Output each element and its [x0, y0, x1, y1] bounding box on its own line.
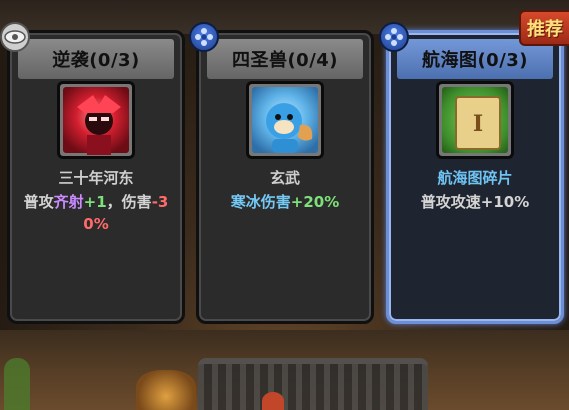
desc-text: ，伤害	[106, 193, 152, 211]
desc-element: 寒冰伤害	[230, 193, 291, 211]
desc-bonus: +1	[83, 193, 107, 211]
snowflake-flower-icon	[379, 22, 409, 52]
hero-portrait	[246, 81, 324, 159]
game-scene: 逆袭(0/3) 三十年河东 普攻齐射+1，伤害-3 0% 四圣兽(0/4) 玄武…	[0, 0, 569, 410]
card-item-name: 玄武	[269, 169, 300, 187]
hero-character	[136, 370, 196, 410]
red-flag-decoration	[262, 392, 284, 410]
skill-card-four-beasts[interactable]: 四圣兽(0/4) 玄武 寒冰伤害+20%	[196, 30, 374, 324]
eye-icon[interactable]	[0, 22, 30, 52]
card-effect-description: 普攻攻速+10%	[395, 191, 555, 213]
card-effect-description: 寒冰伤害+20%	[205, 191, 365, 213]
card-title: 航海图(0/3)	[421, 50, 529, 71]
card-effect-description: 普攻齐射+1，伤害-3 0%	[16, 191, 176, 235]
hero-portrait	[57, 81, 135, 159]
card-header: 逆袭(0/3)	[18, 39, 174, 79]
desc-highlight: 齐射	[53, 193, 84, 211]
recommend-badge: 推荐	[519, 10, 569, 46]
skill-card-counterattack[interactable]: 逆袭(0/3) 三十年河东 普攻齐射+1，伤害-3 0%	[7, 30, 185, 324]
card-title: 四圣兽(0/4)	[231, 50, 339, 71]
blue-turtle-portrait-icon	[252, 87, 318, 153]
svg-text:I: I	[473, 111, 483, 137]
desc-text: 普攻攻速+10%	[420, 193, 530, 211]
map-scroll-icon: I	[442, 87, 508, 153]
desc-bonus: +20%	[290, 193, 340, 211]
desc-penalty: -3	[151, 193, 169, 211]
card-item-name: 三十年河东	[58, 169, 134, 187]
desc-text: 普攻	[23, 193, 54, 211]
item-portrait: I	[436, 81, 514, 159]
snowflake-flower-icon	[189, 22, 219, 52]
desc-penalty-cont: 0%	[83, 215, 109, 233]
fortress-gate	[198, 358, 428, 410]
card-title: 逆袭(0/3)	[52, 50, 140, 71]
background-top	[0, 0, 569, 34]
recommend-label: 推荐	[527, 19, 563, 40]
card-item-name: 航海图碎片	[437, 169, 513, 187]
cactus-decoration	[4, 358, 30, 410]
card-header: 四圣兽(0/4)	[207, 39, 363, 79]
red-warrior-portrait-icon	[63, 87, 129, 155]
skill-card-sea-chart[interactable]: 航海图(0/3) I 航海图碎片 普攻攻速+10%	[386, 30, 564, 324]
